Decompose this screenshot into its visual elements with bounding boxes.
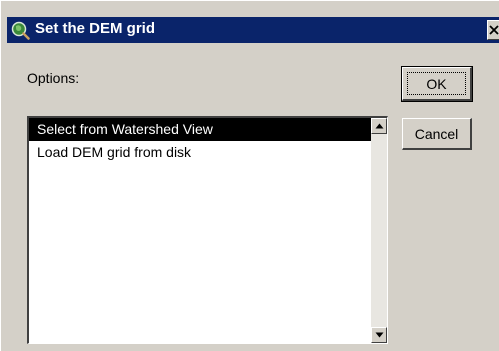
vertical-scrollbar[interactable]: [371, 118, 387, 343]
options-listbox[interactable]: Select from Watershed View Load DEM grid…: [27, 116, 388, 344]
options-list: Select from Watershed View Load DEM grid…: [29, 118, 371, 343]
list-item-select-from-watershed-view[interactable]: Select from Watershed View: [29, 118, 371, 141]
list-item-load-dem-grid-from-disk[interactable]: Load DEM grid from disk: [29, 141, 371, 164]
dem-grid-dialog: Set the DEM grid Options: Select from Wa…: [0, 0, 499, 351]
scroll-up-button[interactable]: [371, 118, 387, 134]
globe-magnifier-icon: [10, 20, 30, 40]
ok-button[interactable]: OK: [401, 66, 473, 102]
window-title: Set the DEM grid: [35, 20, 156, 37]
arrow-up-icon: [375, 123, 384, 129]
cancel-button[interactable]: Cancel: [402, 118, 472, 150]
arrow-down-icon: [375, 332, 384, 338]
close-icon: [489, 25, 499, 35]
close-button[interactable]: [487, 20, 499, 40]
scroll-down-button[interactable]: [371, 327, 387, 343]
title-bar[interactable]: Set the DEM grid: [7, 17, 499, 43]
options-label: Options:: [27, 70, 80, 86]
ok-button-label: OK: [407, 72, 466, 95]
